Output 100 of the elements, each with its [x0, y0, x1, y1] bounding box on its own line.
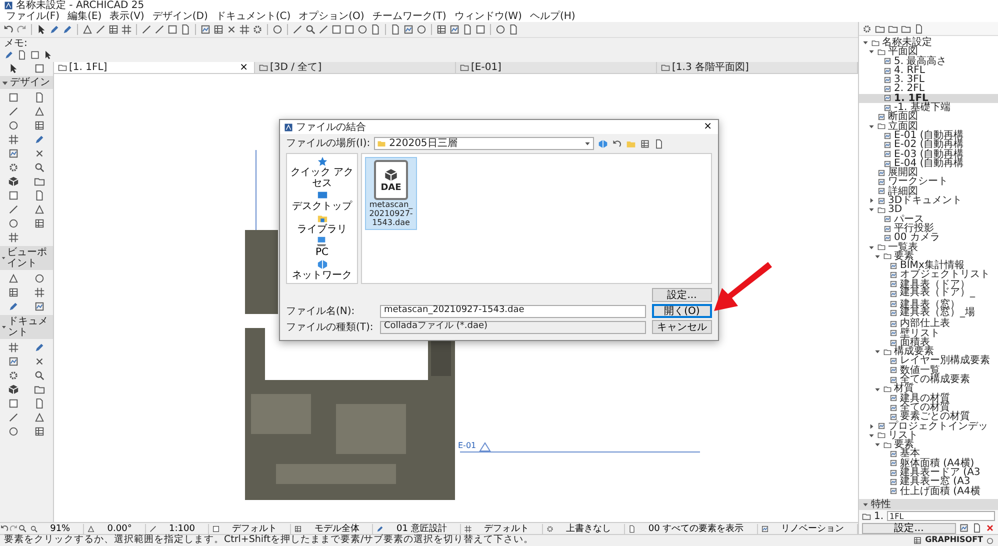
- navigator-item[interactable]: 要素: [859, 440, 998, 450]
- expanded-caret-icon[interactable]: [868, 48, 875, 56]
- gear-icon[interactable]: [252, 24, 263, 35]
- navigator-item[interactable]: E-03 (自動再構: [859, 150, 998, 159]
- folder-icon[interactable]: [34, 176, 46, 187]
- navigator-item[interactable]: 3Dドキュメント: [859, 196, 998, 206]
- triangle-icon[interactable]: [34, 204, 46, 215]
- circle-icon[interactable]: [8, 426, 19, 437]
- navigator-item[interactable]: 内部仕上表: [859, 319, 998, 329]
- grid-icon[interactable]: [8, 232, 19, 243]
- expanded-caret-icon[interactable]: [862, 501, 869, 508]
- filetype-dropdown[interactable]: Colladaファイル (*.dae): [380, 320, 646, 334]
- navigator-item[interactable]: 建具表（ドア）_: [859, 289, 998, 298]
- document-icon[interactable]: [34, 398, 46, 409]
- dialog-button[interactable]: 設定...: [652, 288, 712, 302]
- table-icon[interactable]: [913, 536, 922, 545]
- expanded-caret-icon[interactable]: [1, 254, 6, 262]
- circle-icon[interactable]: [34, 273, 46, 284]
- dialog-button[interactable]: キャンセル: [652, 320, 712, 334]
- expanded-caret-icon[interactable]: [874, 441, 881, 448]
- line-icon[interactable]: [8, 204, 19, 215]
- zoom-icon[interactable]: [305, 24, 316, 35]
- table-icon[interactable]: [34, 426, 46, 437]
- navigator-item[interactable]: ワークシート: [859, 177, 998, 187]
- navigator-item[interactable]: 建具表（窓）_場: [859, 308, 998, 318]
- line-icon[interactable]: [95, 24, 106, 35]
- place-button[interactable]: デスクトップ: [292, 190, 352, 212]
- navigator-item[interactable]: 4. RFL: [859, 66, 998, 76]
- navigator-item[interactable]: 建具の材質: [859, 394, 998, 403]
- expanded-caret-icon[interactable]: [868, 432, 875, 439]
- cube-icon[interactable]: [8, 384, 19, 395]
- navigator-item[interactable]: E-04 (自動再構: [859, 158, 998, 168]
- table-icon[interactable]: [8, 287, 19, 298]
- menu-item[interactable]: 編集(E): [68, 11, 102, 22]
- navigator-item[interactable]: レイヤー別構成要素: [859, 356, 998, 366]
- expanded-caret-icon[interactable]: [1, 323, 7, 331]
- pencil-icon[interactable]: [8, 301, 19, 312]
- cross-icon[interactable]: [34, 356, 46, 367]
- expanded-caret-icon[interactable]: [868, 206, 875, 214]
- pencil-icon[interactable]: [49, 24, 60, 35]
- settings-button[interactable]: 設定...: [862, 522, 956, 534]
- location-dropdown[interactable]: 220205日三層: [374, 137, 594, 150]
- place-button[interactable]: ライブラリ: [297, 213, 347, 235]
- navigator-item[interactable]: パース: [859, 214, 998, 224]
- document-icon[interactable]: [370, 24, 381, 35]
- document-icon[interactable]: [34, 92, 46, 103]
- grid-icon[interactable]: [8, 134, 19, 145]
- zoom-icon[interactable]: [34, 370, 46, 381]
- line-icon[interactable]: [8, 412, 19, 423]
- close-icon[interactable]: [985, 523, 995, 533]
- document-icon[interactable]: [508, 24, 519, 35]
- cursor-icon[interactable]: [36, 24, 47, 35]
- document-icon[interactable]: [34, 190, 46, 201]
- circle-icon[interactable]: [357, 24, 368, 35]
- grid-icon[interactable]: [8, 342, 19, 353]
- square-icon[interactable]: [475, 24, 486, 35]
- dialog-button[interactable]: 開く(O): [652, 304, 712, 318]
- gear-icon[interactable]: [862, 24, 872, 34]
- grid-icon[interactable]: [34, 287, 46, 298]
- close-tab-button[interactable]: ×: [238, 62, 250, 72]
- navigator-item[interactable]: 5. 最高高さ: [859, 56, 998, 66]
- place-button[interactable]: PC: [315, 236, 328, 258]
- navigator-item[interactable]: 3. 3FL: [859, 75, 998, 84]
- network-icon[interactable]: [598, 138, 608, 148]
- place-button[interactable]: クイック アクセス: [287, 156, 357, 189]
- triangle-icon[interactable]: [8, 273, 19, 284]
- navigator-item[interactable]: 立面図: [859, 122, 998, 131]
- menu-item[interactable]: オプション(O): [298, 11, 364, 22]
- navigator-item[interactable]: 基本: [859, 449, 998, 459]
- navigator-item[interactable]: BIMx集計情報: [859, 261, 998, 270]
- document-icon[interactable]: [180, 24, 191, 35]
- pencil-icon[interactable]: [62, 24, 73, 35]
- view-tab[interactable]: [1. 1FL] ×: [54, 62, 255, 73]
- circle-icon[interactable]: [272, 24, 283, 35]
- menu-item[interactable]: ファイル(F): [6, 11, 60, 22]
- sheet-icon[interactable]: [8, 148, 19, 159]
- document-icon[interactable]: [462, 24, 473, 35]
- navigator-item[interactable]: 仕上げ面積 (A4横: [859, 486, 998, 496]
- table-icon[interactable]: [34, 218, 46, 229]
- gear-icon[interactable]: [8, 162, 19, 173]
- close-button[interactable]: ×: [702, 122, 714, 132]
- filename-field[interactable]: metascan_20210927-1543.dae: [380, 304, 646, 318]
- document-icon[interactable]: [390, 24, 401, 35]
- navigator-item[interactable]: 建具表ードア (A3: [859, 468, 998, 478]
- expanded-caret-icon[interactable]: [868, 122, 875, 130]
- navigator-item[interactable]: 材質: [859, 384, 998, 394]
- folder-icon[interactable]: [34, 384, 46, 395]
- navigator-item[interactable]: 建具表（ドア）: [859, 280, 998, 290]
- pencil-icon[interactable]: [4, 50, 14, 60]
- expanded-caret-icon[interactable]: [868, 244, 875, 251]
- undo-icon[interactable]: [3, 24, 14, 35]
- sheet-icon[interactable]: [403, 24, 414, 35]
- line-icon[interactable]: [141, 24, 152, 35]
- navigator-item[interactable]: 3D: [859, 205, 998, 215]
- pencil-icon[interactable]: [34, 134, 46, 145]
- undo-icon[interactable]: [612, 138, 622, 148]
- sheet-icon[interactable]: [8, 356, 19, 367]
- navigator-item[interactable]: プロジェクトインデッ: [859, 422, 998, 431]
- square-icon[interactable]: [331, 24, 342, 35]
- cross-icon[interactable]: [34, 148, 46, 159]
